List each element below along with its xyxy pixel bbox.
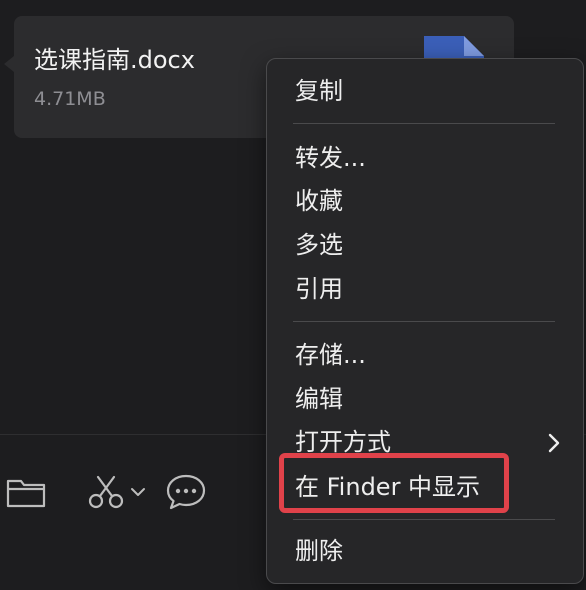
chat-bubble-icon[interactable] [162, 470, 210, 514]
menu-item-edit[interactable]: 编辑 [295, 384, 343, 414]
chevron-right-icon [547, 433, 561, 453]
menu-item-quote[interactable]: 引用 [295, 274, 343, 304]
menu-separator [293, 321, 555, 322]
file-name: 选课指南.docx [34, 46, 195, 74]
menu-item-favorite[interactable]: 收藏 [295, 186, 343, 216]
menu-item-copy[interactable]: 复制 [295, 76, 343, 106]
folder-icon[interactable] [4, 470, 48, 514]
chevron-down-icon[interactable] [128, 470, 148, 514]
context-menu: 复制 转发... 收藏 多选 引用 存储... 编辑 打开方式 在 Finder… [266, 58, 584, 584]
menu-separator [293, 123, 555, 124]
bubble-tail [4, 56, 14, 72]
menu-item-save[interactable]: 存储... [295, 340, 366, 370]
menu-item-forward[interactable]: 转发... [295, 143, 366, 173]
highlight-annotation [279, 453, 509, 513]
menu-separator [293, 519, 555, 520]
menu-item-delete[interactable]: 删除 [295, 536, 343, 566]
file-size: 4.71MB [34, 88, 106, 110]
menu-item-multi-select[interactable]: 多选 [295, 230, 343, 260]
scissors-icon[interactable] [86, 470, 126, 514]
